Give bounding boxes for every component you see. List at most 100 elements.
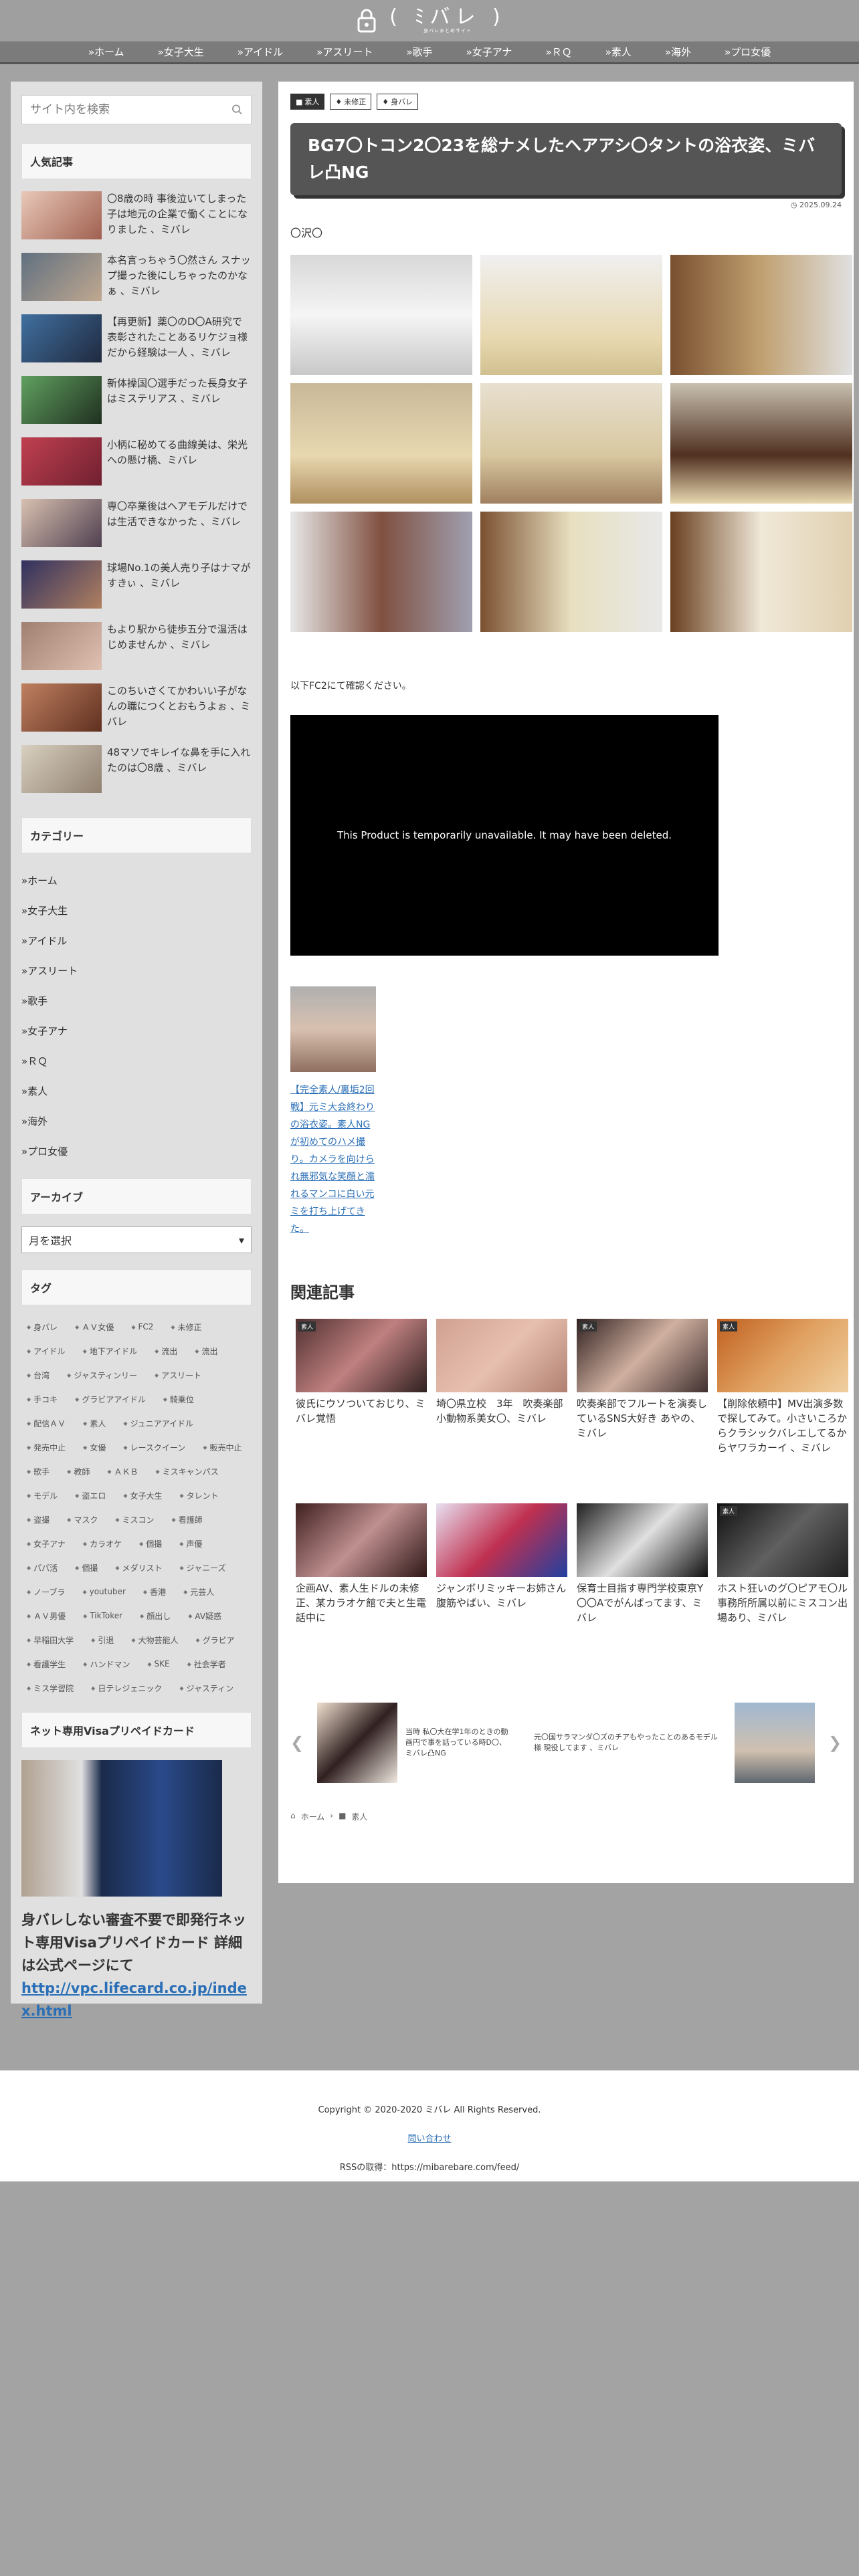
tag-link[interactable]: ミスキャンパス xyxy=(151,1462,224,1481)
tag-link[interactable]: 手コキ xyxy=(21,1390,63,1408)
tag-link[interactable]: 看護学生 xyxy=(21,1654,71,1673)
carousel-item-title[interactable]: 当時 私〇大在学1年のときの動画円で事を話っている時D〇、ミバレ凸NG xyxy=(405,1727,512,1759)
tag-link[interactable]: 早稲田大学 xyxy=(21,1630,79,1649)
tag-link[interactable]: ＡＶ男優 xyxy=(21,1606,71,1625)
category-item[interactable]: »アスリート xyxy=(17,956,256,986)
tag-link[interactable]: 発売中止 xyxy=(21,1438,71,1457)
breadcrumb-home[interactable]: ホーム xyxy=(301,1811,325,1822)
related-card[interactable]: 企画AV、素人生ドルの未修正、某カラオケ館で夫と生電話中に xyxy=(296,1503,427,1661)
tag-link[interactable]: FC2 xyxy=(126,1317,159,1336)
nav-college[interactable]: »女子大生 xyxy=(151,45,211,59)
tag-link[interactable]: ハンドマン xyxy=(78,1654,135,1673)
popular-item-title[interactable]: 〇8歳の時 事後泣いてしまった子は地元の企業で働くことになりました 、ミバレ xyxy=(107,191,252,237)
breadcrumb-category[interactable]: 素人 xyxy=(351,1811,367,1822)
related-card[interactable]: ジャンボリミッキーお姉さん 腹筋やばい、ミバレ xyxy=(436,1503,567,1661)
popular-item-title[interactable]: 球場No.1の美人売り子はナマがすきぃ 、ミバレ xyxy=(107,560,252,591)
category-item[interactable]: »海外 xyxy=(17,1106,256,1136)
popular-item-title[interactable]: 小柄に秘めてる曲線美は、栄光への懸け橋、ミバレ xyxy=(107,437,252,468)
chevron-right-icon[interactable]: ❯ xyxy=(828,1733,842,1752)
tag-link[interactable]: ＡＶ女優 xyxy=(70,1317,119,1336)
archive-select[interactable]: 月を選択 ▾ xyxy=(21,1226,252,1253)
popular-item-title[interactable]: このちいさくてかわいい子がなんの職につくとおもうよぉ 、ミバレ xyxy=(107,683,252,730)
tag-link[interactable]: 騎乗位 xyxy=(158,1390,199,1408)
category-item[interactable]: »女子大生 xyxy=(17,895,256,926)
popular-thumb[interactable] xyxy=(21,376,102,424)
category-item[interactable]: »素人 xyxy=(17,1076,256,1106)
ad-link[interactable]: 【完全素人/裏垢2回戦】元ミ大会終わりの浴衣姿。素人NGが初めてのハメ撮り。カメ… xyxy=(290,1081,376,1238)
tag-link[interactable]: 社会学者 xyxy=(182,1654,231,1673)
tag-link[interactable]: 顔出し xyxy=(134,1606,176,1625)
tag-badge[interactable]: ♦ 未修正 xyxy=(330,94,372,110)
carousel-thumb[interactable] xyxy=(317,1703,397,1783)
tag-link[interactable]: 地下アイドル xyxy=(78,1341,143,1360)
ad-thumbnail[interactable] xyxy=(290,986,376,1072)
carousel-item[interactable]: 元〇国サラマンダ〇ズのチアもやったことのあるモデル様 現役してます 、ミバレ xyxy=(526,1703,721,1783)
popular-item[interactable]: 専〇卒業後はヘアモデルだけでは生活できなかった 、ミバレ xyxy=(21,499,252,548)
tag-link[interactable]: ミスコン xyxy=(110,1510,159,1529)
tag-link[interactable]: ジュニアアイドル xyxy=(118,1414,199,1432)
tag-link[interactable]: 流出 xyxy=(149,1341,183,1360)
nav-singer[interactable]: »歌手 xyxy=(399,45,439,59)
related-thumb[interactable] xyxy=(436,1503,567,1577)
related-card-title[interactable]: 彼氏にウソついておじり、ミバレ覚悟 xyxy=(296,1396,427,1426)
tag-link[interactable]: 流出 xyxy=(189,1341,223,1360)
category-item[interactable]: »プロ女優 xyxy=(17,1136,256,1166)
gallery-photo[interactable] xyxy=(480,383,662,504)
nav-announcer[interactable]: »女子アナ xyxy=(460,45,519,59)
tag-link[interactable]: 台湾 xyxy=(21,1366,55,1384)
tag-link[interactable]: 未修正 xyxy=(165,1317,207,1336)
category-item[interactable]: »アイドル xyxy=(17,926,256,956)
tag-link[interactable]: 教師 xyxy=(62,1462,95,1481)
tag-link[interactable]: レースクイーン xyxy=(118,1438,191,1457)
contact-link[interactable]: 問い合わせ xyxy=(407,2131,451,2144)
carousel-item-title[interactable]: 元〇国サラマンダ〇ズのチアもやったことのあるモデル様 現役してます 、ミバレ xyxy=(534,1732,721,1753)
gallery-photo[interactable] xyxy=(670,512,852,632)
tag-link[interactable]: ジャスティンリー xyxy=(62,1366,142,1384)
popular-item[interactable]: 小柄に秘めてる曲線美は、栄光への懸け橋、ミバレ xyxy=(21,437,252,487)
nav-rq[interactable]: »ＲＱ xyxy=(539,45,578,59)
tag-link[interactable]: 女子大生 xyxy=(118,1486,167,1505)
tag-link[interactable]: 看護師 xyxy=(167,1510,208,1529)
tag-link[interactable]: 声優 xyxy=(174,1534,207,1553)
carousel-thumb[interactable] xyxy=(735,1703,815,1783)
tag-link[interactable]: 引退 xyxy=(86,1630,119,1649)
gallery-photo[interactable] xyxy=(670,255,852,375)
gallery-photo[interactable] xyxy=(290,512,472,632)
related-thumb[interactable] xyxy=(577,1503,708,1577)
popular-thumb[interactable] xyxy=(21,253,102,301)
tag-badge[interactable]: ♦ 身バレ xyxy=(377,94,419,110)
tag-link[interactable]: 配信ＡＶ xyxy=(21,1414,71,1432)
tag-link[interactable]: タレント xyxy=(175,1486,224,1505)
tag-link[interactable]: 個撮 xyxy=(134,1534,167,1553)
related-thumb[interactable] xyxy=(296,1503,427,1577)
related-card[interactable]: 素人 吹奏楽部でフルートを演奏しているSNS大好き あやの、ミバレ xyxy=(577,1319,708,1477)
nav-overseas[interactable]: »海外 xyxy=(658,45,698,59)
tag-link[interactable]: 元芸人 xyxy=(178,1582,219,1601)
tag-link[interactable]: 販売中止 xyxy=(197,1438,247,1457)
related-thumb[interactable] xyxy=(436,1319,567,1392)
video-embed[interactable]: This Product is temporarily unavailable.… xyxy=(290,715,719,956)
tag-link[interactable]: 素人 xyxy=(78,1414,111,1432)
nav-pro-actress[interactable]: »プロ女優 xyxy=(718,45,777,59)
tag-link[interactable]: カラオケ xyxy=(78,1534,127,1553)
search-icon[interactable] xyxy=(231,104,243,116)
related-card[interactable]: 保育士目指す専門学校東京Y〇〇Aでがんばってます、ミバレ xyxy=(577,1503,708,1661)
popular-thumb[interactable] xyxy=(21,314,102,362)
popular-thumb[interactable] xyxy=(21,745,102,793)
tag-link[interactable]: パパ活 xyxy=(21,1558,63,1577)
gallery-photo[interactable] xyxy=(290,383,472,504)
popular-thumb[interactable] xyxy=(21,499,102,547)
tag-link[interactable]: グラビア xyxy=(191,1630,240,1649)
popular-item[interactable]: 【再更新】薬〇のD〇A研究で表彰されたことあるリケジョ様だから経験は一人 、ミバ… xyxy=(21,314,252,364)
related-card-title[interactable]: 埼〇県立校 3年 吹奏楽部 小動物系美女〇、ミバレ xyxy=(436,1396,573,1426)
tag-link[interactable]: ジャニーズ xyxy=(175,1558,231,1577)
popular-item[interactable]: 本名言っちゃう〇然さん スナップ撮った後にしちゃったのかなぁ 、ミバレ xyxy=(21,253,252,302)
tag-link[interactable]: 女優 xyxy=(78,1438,111,1457)
category-item[interactable]: »歌手 xyxy=(17,986,256,1016)
related-card-title[interactable]: ホスト狂いのグ〇ピアモ〇ル 事務所所属以前にミスコン出場あり、ミバレ xyxy=(717,1581,848,1625)
tag-link[interactable]: ノーブラ xyxy=(21,1582,70,1601)
popular-thumb[interactable] xyxy=(21,560,102,609)
popular-item[interactable]: もより駅から徒歩五分で温活はじめませんか 、ミバレ xyxy=(21,622,252,671)
visa-link[interactable]: http://vpc.lifecard.co.jp/index.html xyxy=(21,1977,252,2022)
related-card-title[interactable]: 保育士目指す専門学校東京Y〇〇Aでがんばってます、ミバレ xyxy=(577,1581,708,1625)
